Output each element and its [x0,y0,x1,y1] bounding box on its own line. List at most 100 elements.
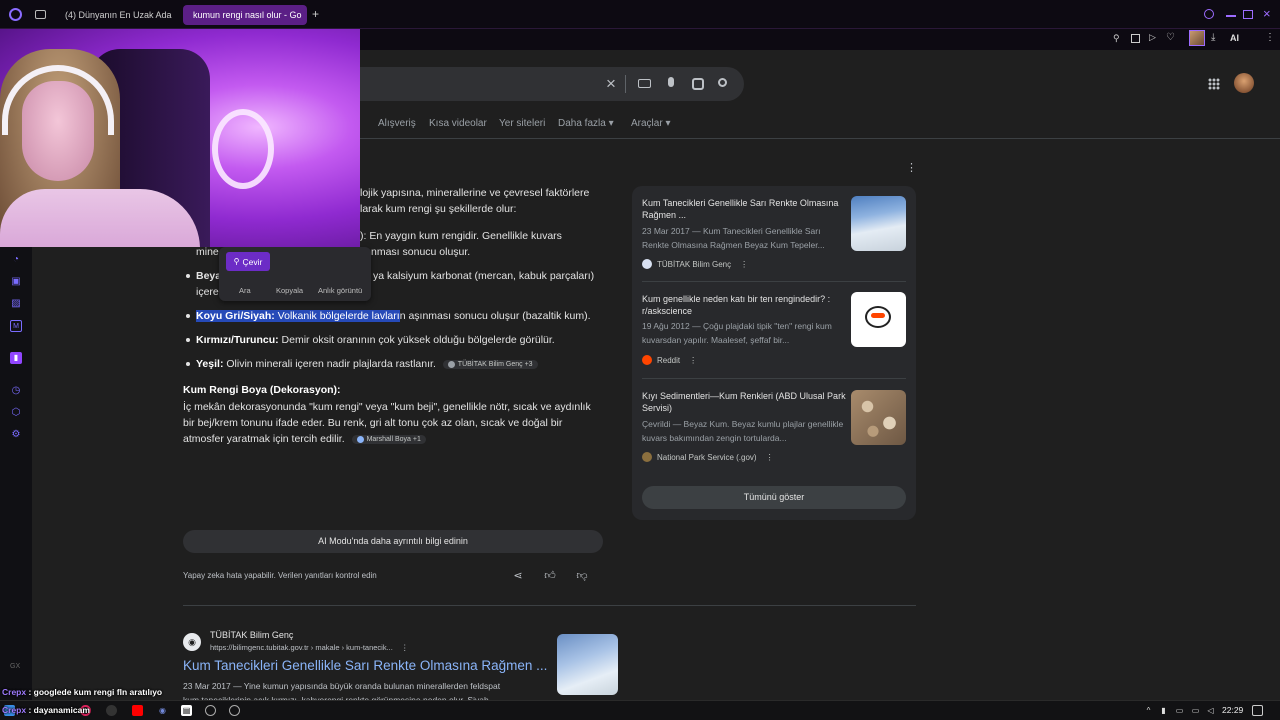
close-window-icon[interactable]: × [1263,6,1271,21]
display-tray-icon[interactable]: ▭ [1174,705,1185,716]
extensions-icon[interactable]: ⬡ [10,407,22,419]
aria-icon[interactable]: ◔ [10,254,22,266]
snapshot-icon[interactable] [1131,34,1140,43]
network-icon[interactable]: ▭ [1190,705,1201,716]
ring-light [212,109,274,189]
tab-youtube[interactable]: (4) Dünyanın En Uzak Ada [55,5,177,25]
source-site[interactable]: National Park Service (.gov) ⋮ [642,452,774,462]
source-favicon-icon [356,435,364,443]
section-divider [183,605,916,606]
profile-avatar-small[interactable] [1189,30,1205,46]
popup-copy[interactable]: Kopyala [276,286,303,295]
youtube-app-icon[interactable] [132,705,143,716]
taskbar: ◉ ▤ ^ ▮ ▭ ▭ ◁ 22:29 [0,700,1280,720]
ai-text-line: İç mekân dekorasyonunda "kum rengi" veya… [183,401,591,413]
settings-icon[interactable]: ⚙ [10,429,22,441]
popup-search[interactable]: Ara [239,286,251,295]
shopping-icon[interactable]: ▣ [10,276,22,288]
media-app-icon[interactable]: ▤ [181,705,192,716]
result-site-name[interactable]: TÜBİTAK Bilim Genç [210,630,293,640]
translate-icon: ⚲ [233,257,240,266]
minimize-icon[interactable] [1226,15,1236,17]
workspaces-icon[interactable] [35,10,46,19]
source-title[interactable]: Kum Tanecikleri Genellikle Sarı Renkte O… [642,197,847,221]
paint-heading: Kum Rengi Boya (Dekorasyon): [183,384,341,396]
notifications-icon[interactable] [1252,705,1263,716]
reddit-eyes-icon [871,313,885,318]
twitch-icon[interactable]: ▮ [10,352,22,364]
steam-icon[interactable] [229,705,240,716]
pin-icon[interactable]: ⚲ [1113,33,1120,44]
google-apps-icon[interactable] [1208,78,1220,90]
account-avatar[interactable] [1234,73,1254,93]
keyboard-icon[interactable] [636,76,652,92]
thumbs-down-icon[interactable]: 👎︎ [575,569,589,583]
reddit-logo-thumbnail[interactable] [851,292,906,347]
search-icon[interactable] [716,76,732,92]
more-icon[interactable]: ⋮ [401,643,409,652]
tab-google-search[interactable]: kumun rengi nasıl olur - Go [183,5,307,25]
sand-dune-thumbnail[interactable] [851,196,906,251]
ai-button[interactable]: AI [1230,33,1239,43]
obs-icon[interactable] [106,705,117,716]
pebbles-thumbnail[interactable] [851,390,906,445]
tab-tools[interactable]: Araçlar ▾ [631,118,670,129]
opera-logo-icon[interactable] [9,8,22,21]
tubitak-favicon-icon: ◉ [183,633,201,651]
sidebar-brand-label: GX [10,663,21,670]
popup-screenshot[interactable]: Anlık görüntü [318,286,362,295]
tray-chevron-icon[interactable]: ^ [1143,705,1154,716]
source-chip[interactable]: Marshall Boya +1 [351,434,426,444]
more-icon[interactable]: ⋮ [766,453,774,462]
bullet-green: Yeşil: Olivin minerali içeren nadir plaj… [196,358,538,370]
image-icon[interactable]: ▨ [10,298,22,310]
result-thumbnail[interactable] [557,634,618,695]
menu-icon[interactable]: ⋮ [1265,32,1275,43]
ai-overview-menu-icon[interactable]: ⋮ [906,161,917,174]
audio-app-icon[interactable] [205,705,216,716]
messenger-icon[interactable]: M [10,320,22,332]
source-site[interactable]: Reddit ⋮ [642,355,697,365]
share-icon[interactable]: ⋖ [511,569,525,583]
play-icon[interactable]: ▷ [1149,32,1156,43]
reddit-favicon-icon [642,355,652,365]
chat-message: Crepx : googlede kum rengi fln aratılıyo [2,687,163,697]
ai-text-line: bir bej/krem tonunu ifade eder. Bu renk,… [183,417,563,429]
tab-shopping[interactable]: Alışveriş [378,118,416,129]
ai-mode-button[interactable]: AI Modu'nda daha ayrıntılı bilgi edinin [183,530,603,553]
ai-text-line: Beya [196,270,222,282]
google-lens-icon[interactable] [690,76,706,92]
source-name: National Park Service (.gov) [657,452,757,462]
search-tabs-icon[interactable] [1204,9,1214,19]
clear-search-button[interactable]: × [603,75,619,92]
source-chip[interactable]: TÜBİTAK Bilim Genç +3 [442,359,538,369]
result-url[interactable]: https://bilimgenc.tubitak.gov.tr › makal… [210,643,408,652]
more-icon[interactable]: ⋮ [740,260,748,269]
selected-text[interactable]: Koyu Gri/Siyah: Volkanik bölgelerde lavl… [196,310,400,322]
volume-icon[interactable]: ◁ [1205,705,1216,716]
browser-sidebar: ◔ ▣ ▨ M ▮ ◷ ⬡ ⚙ GX [0,247,32,700]
history-icon[interactable]: ◷ [10,385,22,397]
thumbs-up-icon[interactable]: 👍︎ [543,569,557,583]
tab-short-videos[interactable]: Kısa videolar [429,118,487,129]
source-title[interactable]: Kum genellikle neden katı bir ten rengin… [642,293,847,317]
heart-icon[interactable]: ♡ [1166,32,1175,43]
new-tab-button[interactable]: + [312,7,319,21]
translate-button[interactable]: ⚲ Çevir [226,252,270,271]
microphone-tray-icon[interactable]: ▮ [1158,705,1169,716]
show-all-button[interactable]: Tümünü göster [642,486,906,509]
result-title-link[interactable]: Kum Tanecikleri Genellikle Sarı Renkte O… [183,658,547,673]
more-icon[interactable]: ⋮ [689,356,697,365]
source-site[interactable]: TÜBİTAK Bilim Genç ⋮ [642,259,748,269]
source-title[interactable]: Kıyı Sedimentleri—Kum Renkleri (ABD Ulus… [642,390,847,414]
tab-places[interactable]: Yer siteleri [499,118,545,129]
maximize-icon[interactable] [1243,10,1253,19]
microphone-icon[interactable] [663,76,679,92]
download-icon[interactable]: ⤓ [1211,32,1215,43]
search-input[interactable]: × [360,67,744,101]
tab-more[interactable]: Daha fazla ▾ [558,118,614,129]
ai-text-line: atmosfer yaratmak için tercih edilir. Ma… [183,433,426,445]
chat-message: Crepx : dayanamicam [2,705,90,715]
clock[interactable]: 22:29 [1222,705,1243,715]
discord-icon[interactable]: ◉ [157,705,168,716]
